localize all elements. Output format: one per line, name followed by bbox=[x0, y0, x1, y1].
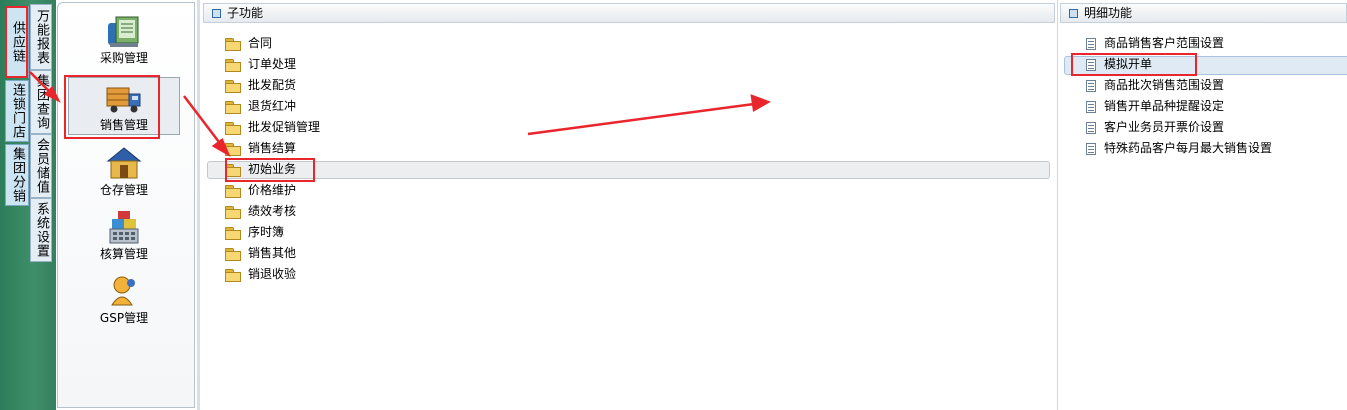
arrowhead-icon bbox=[211, 138, 231, 157]
arrowhead-icon bbox=[750, 94, 771, 112]
annotation-arrows bbox=[29, 71, 771, 157]
arrow-to-detail bbox=[527, 102, 755, 136]
arrow-to-initial-business bbox=[183, 95, 223, 147]
